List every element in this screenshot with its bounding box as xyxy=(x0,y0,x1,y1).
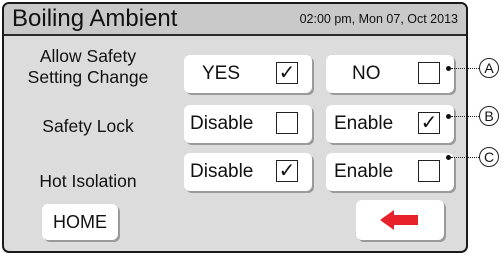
label-line: Safety Lock xyxy=(42,116,134,136)
callout-a-leader xyxy=(451,68,479,69)
left-arrow-icon xyxy=(380,210,418,230)
datetime-display: 02:00 pm, Mon 07, Oct 2013 xyxy=(299,12,458,26)
back-button[interactable] xyxy=(356,200,444,240)
option-label: Enable xyxy=(334,161,394,182)
header-bar: Boiling Ambient 02:00 pm, Mon 07, Oct 20… xyxy=(4,4,466,36)
allow-change-yes-option[interactable]: YES ✓ xyxy=(184,55,312,93)
control-panel-screen: Boiling Ambient 02:00 pm, Mon 07, Oct 20… xyxy=(2,2,468,253)
hot-isolation-enable-option[interactable]: Enable xyxy=(326,153,454,191)
hot-isolation-disable-option[interactable]: Disable ✓ xyxy=(184,153,312,191)
option-label: YES xyxy=(202,63,241,84)
option-label: NO xyxy=(352,63,381,84)
allow-change-no-checkbox[interactable] xyxy=(418,62,440,84)
hot-isolation-disable-checkbox[interactable]: ✓ xyxy=(276,160,298,182)
callout-c: C xyxy=(479,147,499,167)
callout-a: A xyxy=(479,58,499,78)
safety-lock-enable-option[interactable]: Enable ✓ xyxy=(326,105,454,143)
home-button[interactable]: HOME xyxy=(42,204,118,240)
label-line: Hot Isolation xyxy=(39,171,137,191)
page-title: Boiling Ambient xyxy=(12,5,178,32)
callout-c-leader xyxy=(451,157,479,158)
option-label: Enable xyxy=(334,113,394,134)
allow-safety-setting-change-label: Allow Safety Setting Change xyxy=(18,46,158,88)
callout-b-leader xyxy=(451,116,479,117)
safety-lock-disable-checkbox[interactable] xyxy=(276,112,298,134)
label-line: Setting Change xyxy=(27,67,149,87)
safety-lock-enable-checkbox[interactable]: ✓ xyxy=(418,112,440,134)
hot-isolation-label: Hot Isolation xyxy=(18,171,158,192)
label-line: Allow Safety xyxy=(39,46,137,66)
option-label: Disable xyxy=(190,161,254,182)
allow-change-no-option[interactable]: NO xyxy=(326,55,454,93)
safety-lock-label: Safety Lock xyxy=(18,116,158,137)
home-button-label: HOME xyxy=(53,212,107,232)
callout-b: B xyxy=(479,106,499,126)
safety-lock-disable-option[interactable]: Disable xyxy=(184,105,312,143)
hot-isolation-enable-checkbox[interactable] xyxy=(418,160,440,182)
option-label: Disable xyxy=(190,113,254,134)
allow-change-yes-checkbox[interactable]: ✓ xyxy=(276,62,298,84)
